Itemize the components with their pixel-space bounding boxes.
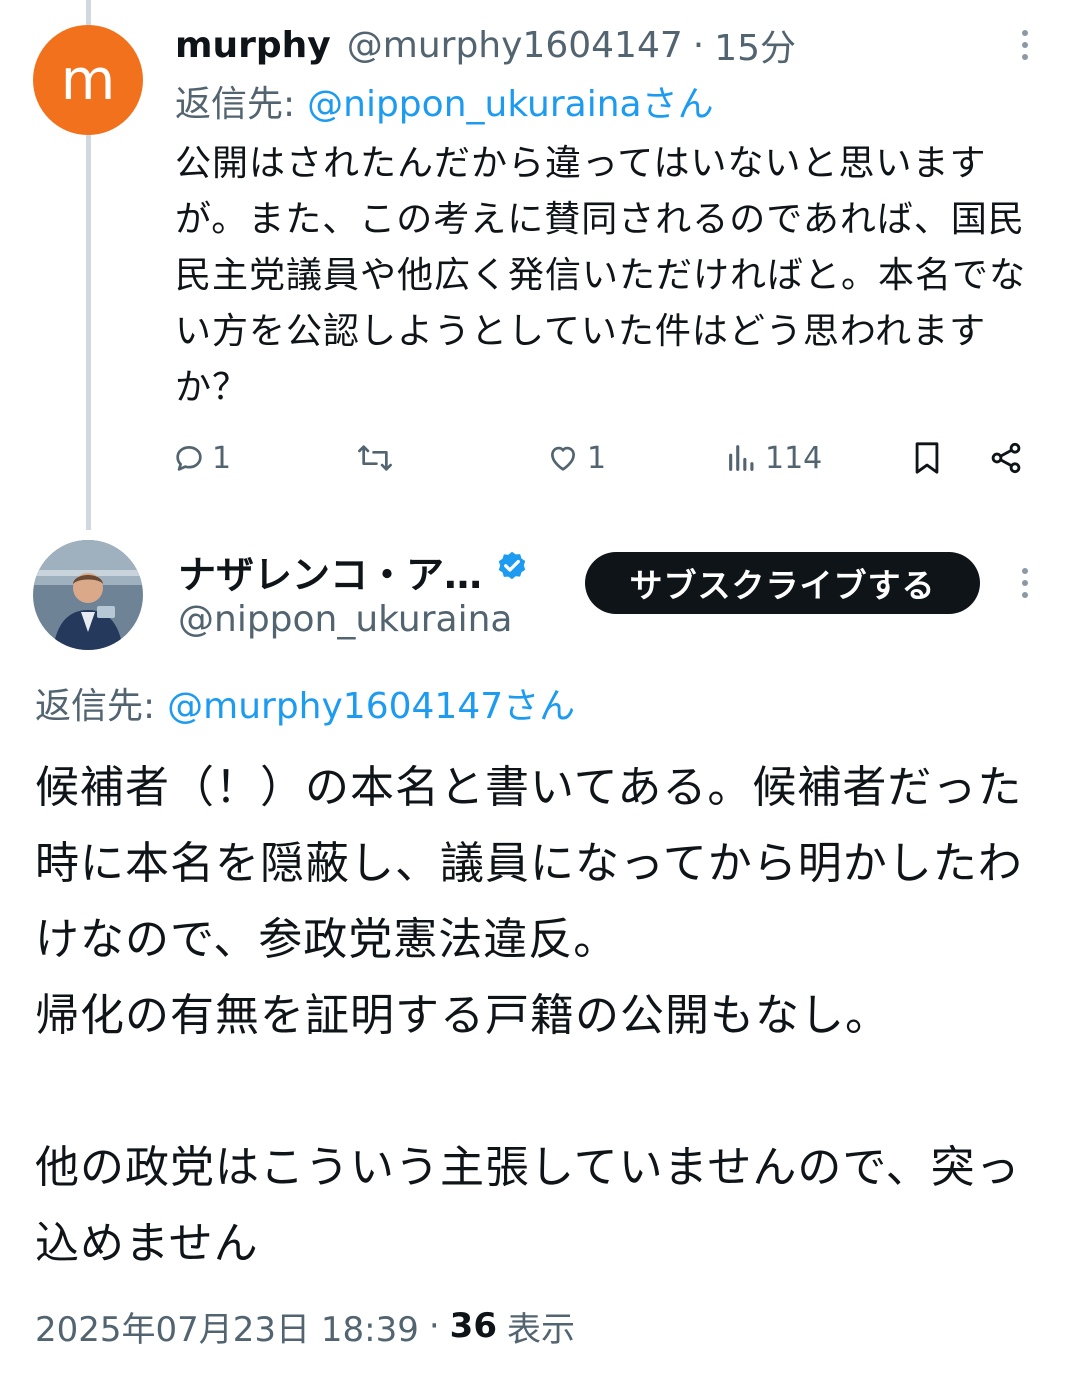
like-icon	[545, 441, 581, 475]
more-icon[interactable]	[1015, 30, 1035, 60]
reply-to-line: 返信先: @nippon_ukurainaさん	[175, 76, 714, 126]
views-icon	[725, 441, 759, 475]
user-handle[interactable]: @nippon_ukuraina	[178, 596, 512, 642]
action-bar: 1 1 114	[170, 430, 1040, 486]
reply-text: 公開はされたんだから違ってはいないと思いますが。また、この考えに賛同されるのであ…	[175, 143, 1027, 408]
bookmark-button[interactable]	[910, 430, 944, 486]
share-button[interactable]	[988, 430, 1024, 486]
reply-count: 1	[212, 440, 232, 476]
views-button[interactable]: 114	[725, 430, 822, 486]
display-name[interactable]: murphy	[175, 25, 331, 66]
reply-icon	[172, 441, 206, 475]
separator: ·	[692, 24, 705, 66]
like-button[interactable]: 1	[545, 430, 606, 486]
post-timestamp[interactable]: 2025年07月23日 18:39	[35, 1302, 419, 1351]
avatar-letter: m	[60, 47, 116, 113]
views-label: 表示	[507, 1309, 575, 1350]
subscribe-button[interactable]: サブスクライブする	[585, 552, 980, 614]
post-paragraph: 他の政党はこういう主張していませんので、突っ込めません	[35, 1142, 1021, 1269]
reply-to-handle[interactable]: @murphy1604147さん	[167, 677, 575, 729]
repost-button[interactable]	[355, 430, 401, 486]
post-paragraph: 帰化の有無を証明する戸籍の公開もなし。	[35, 990, 890, 1041]
post-time[interactable]: 15分	[714, 19, 796, 71]
reply-to-line: 返信先: @murphy1604147さん	[35, 678, 575, 728]
post-text: 候補者（！）の本名と書いてある。候補者だった時に本名を隠蔽し、議員になってから明…	[35, 750, 1045, 1282]
avatar[interactable]: m	[33, 25, 143, 135]
verified-badge-icon	[494, 549, 530, 594]
share-icon	[988, 440, 1024, 476]
post-meta: 2025年07月23日 18:39 · 36 表示	[35, 1300, 575, 1352]
views-count: 36	[449, 1306, 497, 1346]
reply-button[interactable]: 1	[172, 430, 231, 486]
like-count: 1	[587, 440, 607, 476]
separator: ·	[428, 1306, 440, 1346]
post-paragraph: 候補者（！）の本名と書いてある。候補者だった時に本名を隠蔽し、議員になってから明…	[35, 762, 1023, 965]
bookmark-icon	[910, 439, 944, 477]
more-icon[interactable]	[1015, 568, 1035, 598]
reply-to-handle[interactable]: @nippon_ukurainaさん	[307, 75, 713, 127]
display-name[interactable]: ナザレンコ・ア…	[178, 544, 482, 599]
repost-icon	[355, 441, 395, 475]
user-handle[interactable]: @murphy1604147	[347, 25, 683, 66]
views-count: 114	[765, 440, 823, 476]
reply-to-prefix: 返信先:	[175, 84, 296, 125]
reply-header: murphy @murphy1604147 · 15分	[175, 18, 796, 72]
author-name-row: ナザレンコ・ア…	[178, 545, 530, 597]
reply-to-prefix: 返信先:	[35, 686, 156, 727]
avatar[interactable]	[33, 540, 143, 650]
